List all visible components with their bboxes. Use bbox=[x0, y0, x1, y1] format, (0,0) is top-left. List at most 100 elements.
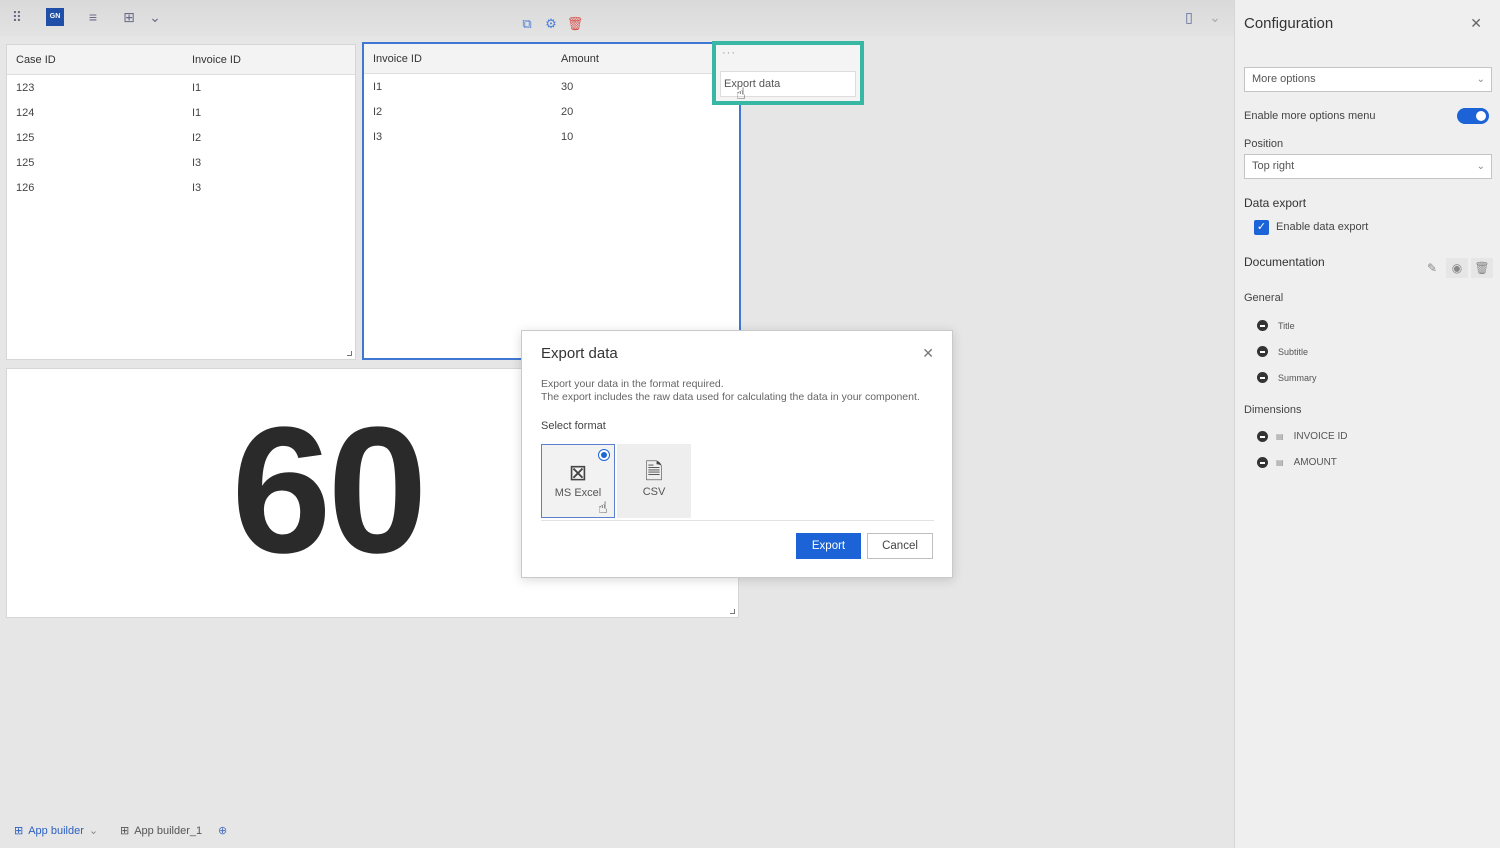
general-item-label: Title bbox=[1278, 320, 1295, 331]
panel-title: Configuration bbox=[1244, 15, 1334, 32]
position-select-value: Top right bbox=[1252, 160, 1295, 172]
column-header-case-id[interactable]: Case ID bbox=[7, 54, 183, 66]
panel-chevron-icon[interactable]: ⌄ bbox=[1206, 8, 1224, 26]
chevron-down-icon[interactable]: ⌄ bbox=[89, 824, 98, 837]
enable-data-export-checkbox[interactable]: ✓ bbox=[1254, 220, 1269, 235]
trash-icon[interactable]: 🗑 bbox=[566, 15, 584, 33]
dimension-type-icon: ▤ bbox=[1276, 458, 1284, 467]
remove-icon[interactable] bbox=[1257, 457, 1268, 468]
general-heading: General bbox=[1244, 292, 1284, 304]
table-row[interactable]: 126 I3 bbox=[7, 175, 355, 200]
table-header: Case ID Invoice ID bbox=[7, 45, 355, 75]
close-icon[interactable]: ✕ bbox=[922, 345, 934, 362]
tab-label: App builder_1 bbox=[134, 824, 203, 837]
cell-case-id: 125 bbox=[16, 131, 35, 144]
add-page-icon[interactable]: ⊕ bbox=[218, 824, 227, 837]
format-option-csv[interactable]: 🗎 CSV bbox=[617, 444, 691, 518]
top-toolbar: ⠿ GN ≡ ⊞ ⌄ ▯ ⌄ bbox=[0, 0, 1234, 36]
page-icon: ⊞ bbox=[14, 825, 24, 837]
dimension-item-amount[interactable]: ▤ AMOUNT bbox=[1257, 457, 1337, 468]
apps-grid-icon[interactable]: ⠿ bbox=[8, 8, 26, 26]
dimensions-heading: Dimensions bbox=[1244, 404, 1302, 416]
more-options-icon[interactable]: ··· bbox=[722, 47, 736, 59]
enable-more-options-toggle[interactable] bbox=[1457, 108, 1489, 124]
cell-invoice-id: I1 bbox=[192, 106, 202, 119]
general-item-summary[interactable]: Summary bbox=[1257, 372, 1317, 383]
panel-toggle-icon[interactable]: ▯ bbox=[1180, 8, 1198, 26]
section-select[interactable]: More options ⌄ bbox=[1244, 67, 1492, 92]
cell-invoice-id: I1 bbox=[373, 80, 383, 93]
list-icon[interactable]: ≡ bbox=[84, 8, 102, 26]
tab-label: App builder bbox=[28, 824, 84, 837]
cell-invoice-id: I2 bbox=[192, 131, 202, 144]
table-header: Invoice ID Amount bbox=[364, 44, 739, 74]
column-header-amount[interactable]: Amount bbox=[552, 53, 599, 65]
section-select-value: More options bbox=[1252, 73, 1316, 85]
chevron-down-icon: ⌄ bbox=[1476, 74, 1485, 85]
dialog-divider bbox=[541, 520, 934, 521]
cell-case-id: 124 bbox=[16, 106, 35, 119]
format-label: CSV bbox=[642, 486, 666, 498]
table-row[interactable]: 123 I1 bbox=[7, 75, 355, 100]
tab-app-builder[interactable]: ⊞ App builder ⌄ bbox=[14, 824, 98, 838]
general-item-label: Summary bbox=[1278, 372, 1317, 383]
resize-handle[interactable] bbox=[730, 609, 735, 614]
more-options-popover: ··· Export data bbox=[712, 41, 864, 105]
workspace-badge[interactable]: GN bbox=[46, 8, 64, 26]
hand-cursor-icon: ☝ bbox=[598, 500, 608, 517]
page-tabs: ⊞ App builder ⌄ ⊞ App builder_1 ⊕ bbox=[0, 808, 1234, 848]
table-row[interactable]: 125 I3 bbox=[7, 150, 355, 175]
table-row[interactable]: 124 I1 bbox=[7, 100, 355, 125]
data-export-heading: Data export bbox=[1244, 196, 1307, 210]
remove-icon[interactable] bbox=[1257, 346, 1268, 357]
gear-icon[interactable]: ⚙ bbox=[542, 15, 560, 33]
column-header-invoice-id[interactable]: Invoice ID bbox=[364, 53, 552, 65]
chevron-down-icon: ⌄ bbox=[1476, 161, 1485, 172]
enable-more-options-label: Enable more options menu bbox=[1244, 110, 1376, 122]
table-row[interactable]: I3 10 bbox=[364, 124, 739, 149]
radio-selected-icon bbox=[598, 449, 610, 461]
remove-icon[interactable] bbox=[1257, 431, 1268, 442]
table-row[interactable]: 125 I2 bbox=[7, 125, 355, 150]
cell-amount: 30 bbox=[561, 80, 574, 93]
cell-invoice-id: I3 bbox=[192, 156, 202, 169]
cell-amount: 10 bbox=[561, 130, 574, 143]
configuration-panel: Configuration ✕ More options ⌄ Enable mo… bbox=[1234, 0, 1500, 848]
general-item-subtitle[interactable]: Subtitle bbox=[1257, 346, 1308, 357]
dimension-item-invoice-id[interactable]: ▤ INVOICE ID bbox=[1257, 431, 1347, 442]
trash-icon[interactable]: 🗑 bbox=[1471, 258, 1493, 278]
description-line: The export includes the raw data used fo… bbox=[541, 391, 920, 403]
hand-cursor-icon: ☝ bbox=[736, 86, 746, 103]
column-header-invoice-id[interactable]: Invoice ID bbox=[183, 54, 241, 66]
position-select[interactable]: Top right ⌄ bbox=[1244, 154, 1492, 179]
cell-case-id: 125 bbox=[16, 156, 35, 169]
remove-icon[interactable] bbox=[1257, 372, 1268, 383]
dialog-description: Export your data in the format required.… bbox=[541, 378, 920, 404]
page-icon: ⊞ bbox=[120, 825, 130, 837]
format-label: MS Excel bbox=[554, 487, 602, 499]
case-invoice-table: Case ID Invoice ID 123 I1 124 I1 125 I2 … bbox=[6, 44, 356, 360]
duplicate-icon[interactable]: ⧉ bbox=[518, 15, 536, 33]
component-add-icon[interactable]: ⊞ bbox=[120, 8, 138, 26]
invoice-amount-table[interactable]: Invoice ID Amount I1 30 I2 20 I3 10 bbox=[362, 42, 741, 360]
cell-invoice-id: I2 bbox=[373, 105, 383, 118]
cell-amount: 20 bbox=[561, 105, 574, 118]
cell-invoice-id: I3 bbox=[373, 130, 383, 143]
component-tools: ⧉ ⚙ 🗑 bbox=[512, 14, 590, 34]
table-row[interactable]: I1 30 bbox=[364, 74, 739, 99]
chevron-down-icon[interactable]: ⌄ bbox=[146, 8, 164, 26]
general-item-title[interactable]: Title bbox=[1257, 320, 1295, 331]
export-data-dialog: Export data ✕ Export your data in the fo… bbox=[521, 330, 953, 578]
pencil-icon[interactable]: ✎ bbox=[1421, 258, 1443, 278]
close-icon[interactable]: ✕ bbox=[1470, 15, 1482, 32]
eye-icon[interactable]: ◉ bbox=[1446, 258, 1468, 278]
position-label: Position bbox=[1244, 138, 1284, 150]
remove-icon[interactable] bbox=[1257, 320, 1268, 331]
select-format-label: Select format bbox=[541, 420, 606, 432]
table-row[interactable]: I2 20 bbox=[364, 99, 739, 124]
csv-icon: 🗎 bbox=[645, 459, 663, 484]
cancel-button[interactable]: Cancel bbox=[867, 533, 933, 559]
export-button[interactable]: Export bbox=[796, 533, 861, 559]
tab-app-builder-1[interactable]: ⊞ App builder_1 bbox=[120, 824, 203, 838]
resize-handle[interactable] bbox=[347, 351, 352, 356]
